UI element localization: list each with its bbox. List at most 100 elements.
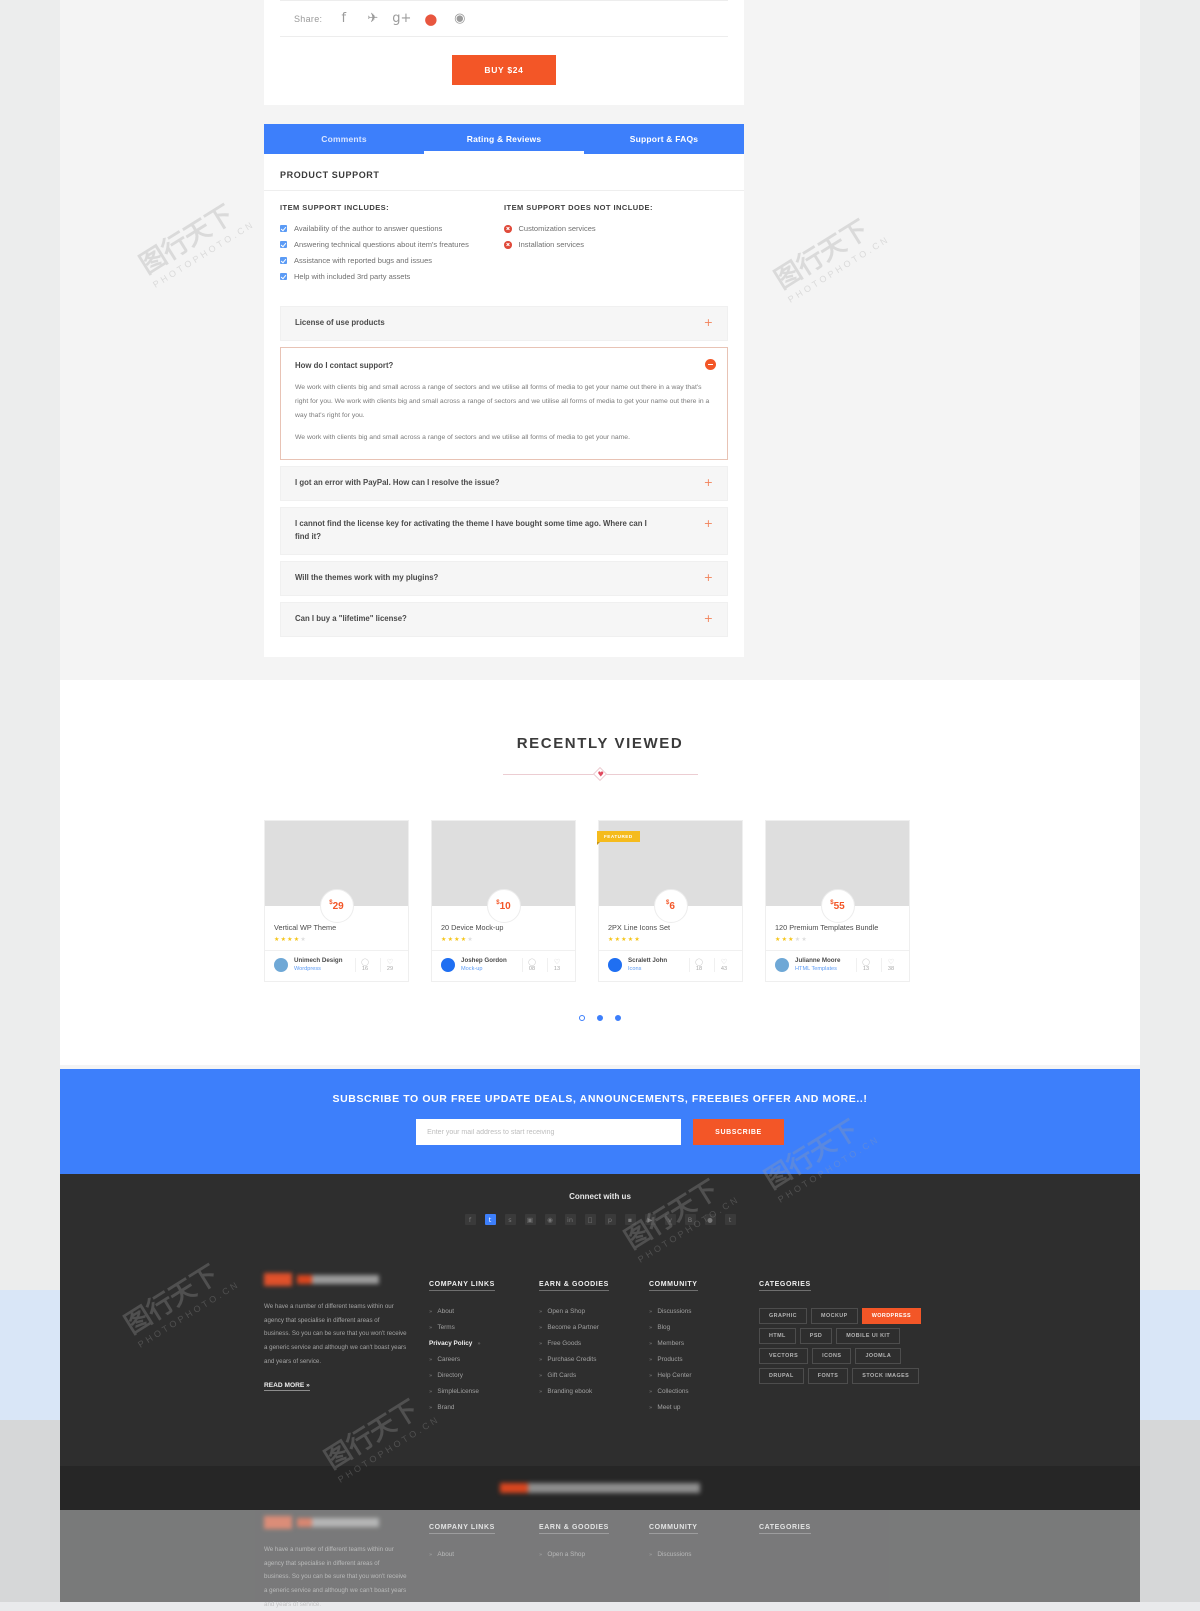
- footer-link-discussions[interactable]: » Discussions: [649, 1308, 759, 1315]
- pinterest-icon[interactable]: ●: [423, 10, 438, 28]
- footer-link-products[interactable]: » Products: [649, 1356, 759, 1363]
- footer-link-gift-cards[interactable]: » Gift Cards: [539, 1372, 649, 1379]
- tag-icons[interactable]: ICONS: [812, 1348, 852, 1364]
- tag-joomla[interactable]: JOOMLA: [855, 1348, 902, 1364]
- author-name[interactable]: Julianne Moore: [795, 957, 850, 966]
- tag-mockup[interactable]: MOCKUP: [811, 1308, 858, 1324]
- footer-link-blog[interactable]: » Blog: [649, 1324, 759, 1331]
- category-tag-list: GRAPHIC MOCKUP WORDPRESS HTML PSD MOBILE…: [759, 1308, 944, 1384]
- pinterest-icon[interactable]: p: [604, 1214, 616, 1225]
- subscribe-button[interactable]: SUBSCRIBE: [693, 1119, 784, 1145]
- footer-link-brand[interactable]: » Brand: [429, 1404, 539, 1411]
- youtube-icon[interactable]: ▶: [644, 1214, 656, 1225]
- flickr-icon[interactable]: ▪: [624, 1214, 636, 1225]
- tab-comments[interactable]: Comments: [264, 124, 424, 154]
- tag-graphic[interactable]: GRAPHIC: [759, 1308, 808, 1324]
- plus-icon[interactable]: +: [704, 518, 713, 529]
- tag-mobile-ui-kit[interactable]: MOBILE UI KIT: [836, 1328, 901, 1344]
- carousel-dot-1[interactable]: [578, 1014, 585, 1021]
- tag-vectors[interactable]: VECTORS: [759, 1348, 809, 1364]
- faq-item-lifetime-license[interactable]: Can I buy a "lifetime" license? +: [280, 601, 728, 637]
- product-name[interactable]: Vertical WP Theme: [274, 923, 399, 932]
- product-thumbnail[interactable]: $29: [265, 821, 408, 923]
- footer-link-about[interactable]: » About: [429, 1308, 539, 1315]
- behance-icon[interactable]: B: [684, 1214, 696, 1225]
- avatar[interactable]: [274, 958, 288, 973]
- skype-icon[interactable]: s: [504, 1214, 516, 1225]
- product-thumbnail[interactable]: $10: [432, 821, 575, 923]
- faq-item-contact-support[interactable]: How do I contact support? We work with c…: [280, 346, 728, 461]
- footer-link-members[interactable]: » Members: [649, 1340, 759, 1347]
- tab-support-faqs[interactable]: Support & FAQs: [584, 124, 744, 154]
- tab-rating-reviews[interactable]: Rating & Reviews: [424, 124, 584, 154]
- vimeo-icon[interactable]: v: [664, 1214, 676, 1225]
- read-more-link[interactable]: READ MORE »: [264, 1382, 310, 1392]
- rss-icon[interactable]: ●: [704, 1214, 716, 1225]
- product-name[interactable]: 2PX Line Icons Set: [608, 923, 733, 932]
- email-input[interactable]: [416, 1119, 682, 1145]
- facebook-icon[interactable]: f: [464, 1214, 476, 1225]
- faq-item-license[interactable]: License of use products +: [280, 306, 728, 341]
- footer-link-purchase-credits[interactable]: » Purchase Credits: [539, 1356, 649, 1363]
- footer-link-meet-up[interactable]: » Meet up: [649, 1404, 759, 1411]
- tag-stock-images[interactable]: STOCK IMAGES: [852, 1368, 920, 1384]
- product-card[interactable]: $29 Vertical WP Theme ★★★★★ Unimech Desi…: [264, 820, 409, 982]
- footer-link-simplelicense[interactable]: » SimpleLicense: [429, 1388, 539, 1395]
- footer-link-collections[interactable]: » Collections: [649, 1388, 759, 1395]
- author-name[interactable]: Joshep Gordon: [461, 957, 516, 966]
- author-category[interactable]: HTML Templates: [795, 966, 850, 974]
- footer-link-terms[interactable]: » Terms: [429, 1324, 539, 1331]
- footer-link-branding-ebook[interactable]: » Branding ebook: [539, 1388, 649, 1395]
- faq-item-plugins[interactable]: Will the themes work with my plugins? +: [280, 560, 728, 596]
- author-category[interactable]: Icons: [628, 966, 683, 974]
- product-thumbnail[interactable]: FEATURED $6: [597, 821, 742, 923]
- plus-icon[interactable]: +: [704, 477, 713, 488]
- carousel-dot-3[interactable]: [615, 1014, 622, 1021]
- dribbble-icon[interactable]: ◉: [544, 1214, 556, 1225]
- tag-wordpress[interactable]: WORDPRESS: [861, 1308, 922, 1324]
- product-card[interactable]: FEATURED $6 2PX Line Icons Set ★★★★★ Scr…: [597, 820, 743, 982]
- footer-link-directory[interactable]: » Directory: [429, 1372, 539, 1379]
- footer-logo[interactable]: [264, 1273, 407, 1286]
- plus-icon[interactable]: +: [704, 613, 713, 624]
- tag-html[interactable]: HTML: [759, 1328, 796, 1344]
- plus-icon[interactable]: +: [704, 317, 713, 328]
- author-category[interactable]: Mock-up: [461, 966, 516, 974]
- avatar[interactable]: [775, 958, 789, 973]
- minus-icon[interactable]: [705, 358, 716, 370]
- carousel-dot-2[interactable]: [597, 1014, 603, 1021]
- plus-icon[interactable]: +: [704, 572, 713, 583]
- product-card[interactable]: $55 120 Premium Templates Bundle ★★★★★ J…: [765, 820, 910, 982]
- faq-item-paypal-error[interactable]: I got an error with PayPal. How can I re…: [280, 466, 728, 502]
- footer-link-careers[interactable]: » Careers: [429, 1356, 539, 1363]
- faq-item-license-key[interactable]: I cannot find the license key for activa…: [280, 507, 728, 555]
- tag-fonts[interactable]: FONTS: [807, 1368, 849, 1384]
- tag-psd[interactable]: PSD: [799, 1328, 833, 1344]
- footer-link-open-a-shop[interactable]: » Open a Shop: [539, 1308, 649, 1315]
- twitter-icon[interactable]: ✈: [365, 11, 380, 26]
- author-name[interactable]: Scralett John: [628, 957, 683, 966]
- apple-icon[interactable]: : [584, 1214, 596, 1225]
- google-plus-icon[interactable]: g+: [392, 11, 411, 26]
- author-name[interactable]: Unimech Design: [294, 957, 349, 966]
- facebook-icon[interactable]: f: [336, 11, 351, 26]
- avatar[interactable]: [608, 958, 622, 973]
- faq-question: Can I buy a "lifetime" license?: [295, 613, 407, 623]
- product-thumbnail[interactable]: $55: [766, 821, 909, 923]
- author-category[interactable]: Wordpress: [294, 966, 349, 974]
- linkedin-icon[interactable]: in: [564, 1214, 576, 1225]
- twitter-icon[interactable]: t: [484, 1214, 496, 1225]
- product-card[interactable]: $10 20 Device Mock-up ★★★★★ Joshep Gordo…: [431, 820, 576, 982]
- tag-drupal[interactable]: DRUPAL: [759, 1368, 804, 1384]
- footer-link-privacy-policy[interactable]: Privacy Policy»: [429, 1340, 539, 1347]
- footer-link-become-a-partner[interactable]: » Become a Partner: [539, 1324, 649, 1331]
- footer-link-free-goods[interactable]: » Free Goods: [539, 1340, 649, 1347]
- footer-link-help-center[interactable]: » Help Center: [649, 1372, 759, 1379]
- dribbble-icon[interactable]: ◉: [452, 11, 467, 26]
- tumblr-icon[interactable]: t: [724, 1214, 736, 1225]
- product-name[interactable]: 120 Premium Templates Bundle: [775, 923, 900, 932]
- avatar[interactable]: [441, 958, 455, 973]
- product-name[interactable]: 20 Device Mock-up: [441, 923, 566, 932]
- instagram-icon[interactable]: ▣: [524, 1214, 536, 1225]
- buy-button[interactable]: BUY $24: [452, 55, 556, 85]
